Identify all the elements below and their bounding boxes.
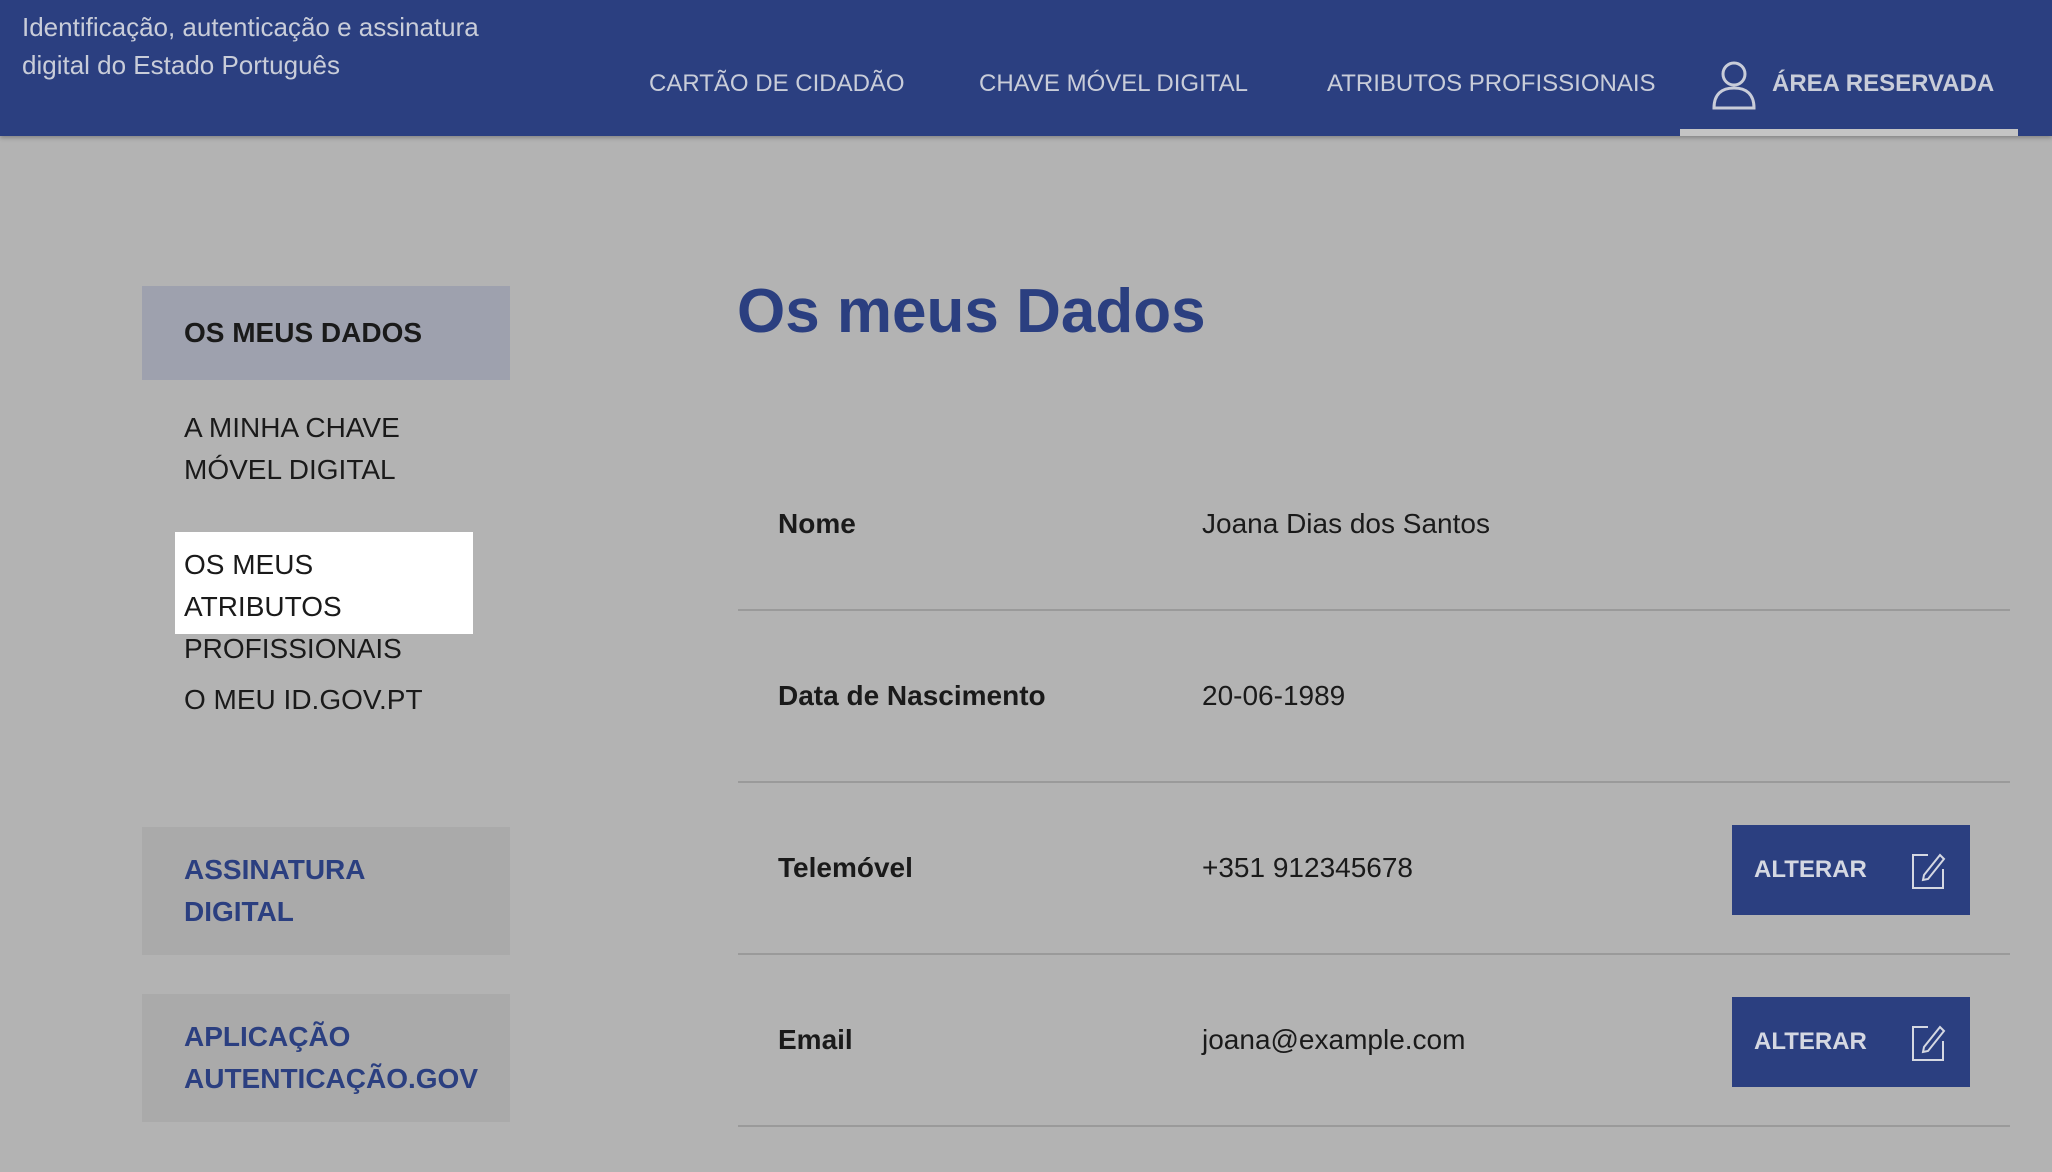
button-label: ALTERAR bbox=[1754, 1028, 1867, 1055]
edit-icon bbox=[1912, 1025, 1946, 1061]
sidebar-item-chave-movel[interactable]: A MINHA CHAVE MÓVEL DIGITAL bbox=[142, 407, 510, 491]
data-row-email: Email joana@example.com ALTERAR bbox=[738, 955, 2010, 1127]
top-header: Identificação, autenticação e assinatura… bbox=[0, 0, 2052, 136]
row-label: Nome bbox=[778, 508, 856, 539]
alterar-telemovel-button[interactable]: ALTERAR bbox=[1732, 825, 1970, 915]
row-label: Email bbox=[778, 1024, 853, 1055]
site-tagline: Identificação, autenticação e assinatura… bbox=[22, 12, 479, 80]
sidebar-item-id-gov[interactable]: O MEU ID.GOV.PT bbox=[142, 679, 510, 721]
active-nav-underline bbox=[1680, 129, 2018, 136]
row-value: +351 912345678 bbox=[1202, 852, 1413, 883]
area-reservada-label: ÁREA RESERVADA bbox=[1772, 70, 1995, 97]
row-value: 20-06-1989 bbox=[1202, 680, 1346, 711]
row-value: Joana Dias dos Santos bbox=[1202, 508, 1490, 539]
edit-icon bbox=[1912, 853, 1946, 889]
page-title: Os meus Dados bbox=[737, 277, 1206, 346]
user-icon bbox=[1712, 61, 1756, 110]
nav-area-reservada[interactable]: ÁREA RESERVADA bbox=[1680, 0, 2018, 136]
nav-chave-movel-digital[interactable]: CHAVE MÓVEL DIGITAL bbox=[979, 66, 1248, 102]
data-row-nome: Nome Joana Dias dos Santos bbox=[738, 439, 2010, 611]
row-value: joana@example.com bbox=[1202, 1024, 1466, 1055]
sidebar-item-os-meus-dados[interactable]: OS MEUS DADOS bbox=[142, 286, 510, 380]
alterar-email-button[interactable]: ALTERAR bbox=[1732, 997, 1970, 1087]
data-row-nascimento: Data de Nascimento 20-06-1989 bbox=[738, 611, 2010, 783]
data-row-telemovel: Telemóvel +351 912345678 ALTERAR bbox=[738, 783, 2010, 955]
sidebar-item-atributos[interactable]: OS MEUS ATRIBUTOS PROFISSIONAIS bbox=[175, 532, 473, 664]
row-label: Telemóvel bbox=[778, 852, 913, 883]
row-label: Data de Nascimento bbox=[778, 680, 1046, 711]
nav-cartao-cidadao[interactable]: CARTÃO DE CIDADÃO bbox=[649, 66, 905, 102]
button-label: ALTERAR bbox=[1754, 856, 1867, 883]
nav-atributos-profissionais[interactable]: ATRIBUTOS PROFISSIONAIS bbox=[1327, 66, 1656, 102]
sidebar-box-aplicacao-autenticacao[interactable]: APLICAÇÃO AUTENTICAÇÃO.GOV bbox=[142, 994, 510, 1122]
sidebar-box-assinatura-digital[interactable]: ASSINATURA DIGITAL bbox=[142, 827, 510, 955]
